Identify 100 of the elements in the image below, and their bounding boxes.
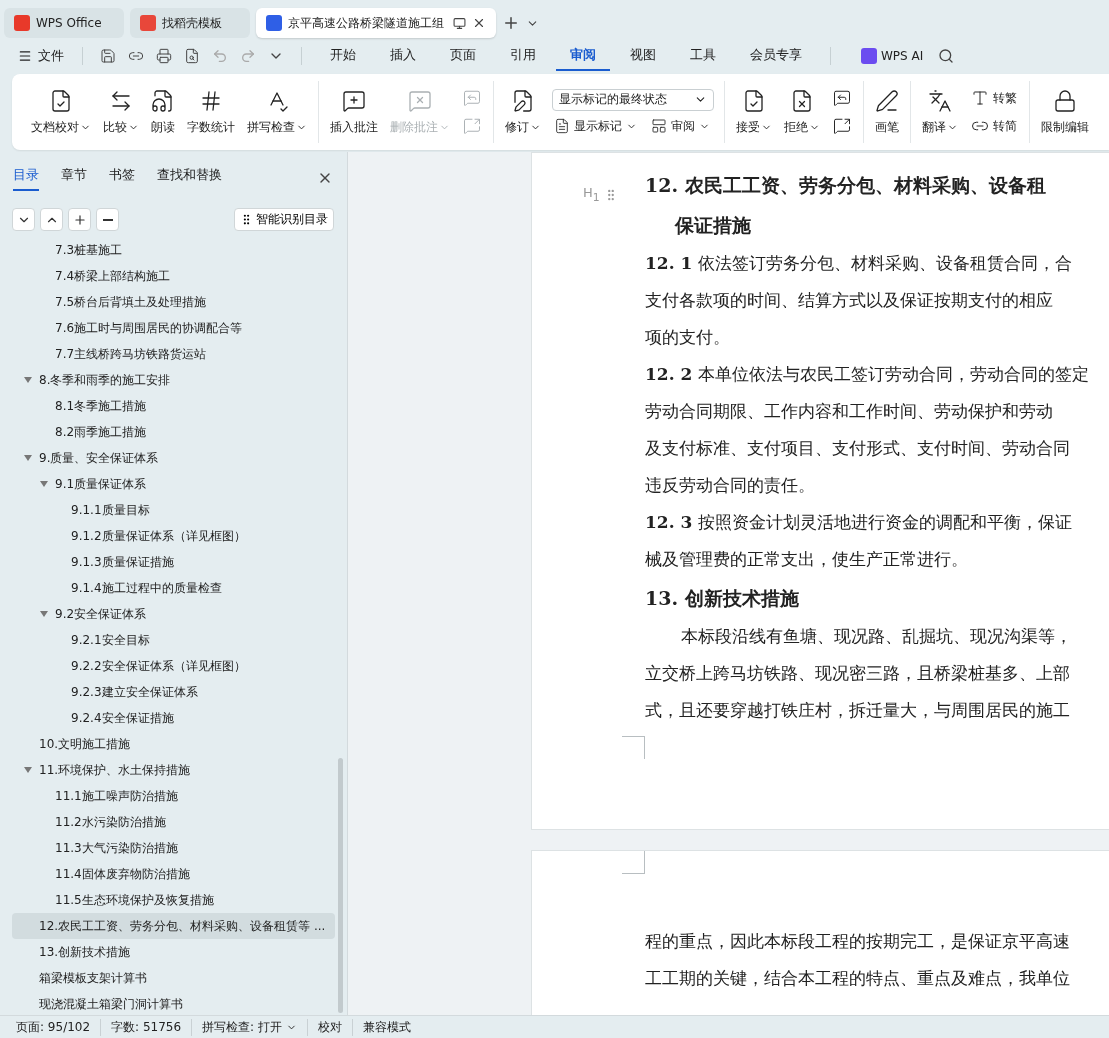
- outline-item[interactable]: 7.3桩基施工: [12, 237, 335, 263]
- remove-button[interactable]: [96, 208, 119, 231]
- expand-triangle-icon[interactable]: [40, 481, 48, 487]
- ribbon-tab[interactable]: 审阅: [556, 41, 610, 71]
- outline-item[interactable]: 7.6施工时与周围居民的协调配合等: [12, 315, 335, 341]
- ribbon-button[interactable]: 拼写检查: [242, 84, 312, 140]
- search-icon[interactable]: [938, 48, 955, 64]
- outline-item[interactable]: 7.4桥梁上部结构施工: [12, 263, 335, 289]
- ribbon-small-button[interactable]: 转简: [969, 116, 1019, 136]
- sidebar-tab[interactable]: 查找和替换: [157, 165, 222, 191]
- ribbon-tab[interactable]: 插入: [376, 41, 430, 71]
- expand-triangle-icon[interactable]: [24, 767, 32, 773]
- outline-item[interactable]: 12.农民工工资、劳务分包、材料采购、设备租赁等 ...: [12, 913, 335, 939]
- outline-item[interactable]: 9.2安全保证体系: [12, 601, 335, 627]
- outline-item[interactable]: 13.创新技术措施: [12, 939, 335, 965]
- smart-toc-button[interactable]: 智能识别目录: [234, 208, 334, 231]
- status-item[interactable]: 兼容模式: [352, 1018, 421, 1036]
- toolbar-icon[interactable]: [184, 48, 200, 64]
- ribbon-button[interactable]: 字数统计: [182, 84, 240, 140]
- ribbon-small-button[interactable]: [831, 88, 853, 108]
- close-icon[interactable]: [472, 16, 486, 30]
- status-item[interactable]: 页面: 95/102: [16, 1018, 102, 1036]
- heading-text: 保证措施: [673, 213, 752, 238]
- scrollbar[interactable]: [338, 758, 343, 1013]
- outline-item[interactable]: 8.2雨季施工措施: [12, 419, 335, 445]
- outline-item[interactable]: 9.2.4安全保证措施: [12, 705, 335, 731]
- status-item[interactable]: 校对: [307, 1018, 353, 1036]
- crop-mark: [622, 736, 645, 759]
- add-button[interactable]: [68, 208, 91, 231]
- outline-item[interactable]: 现浇混凝土箱梁门洞计算书: [12, 991, 335, 1015]
- outline-item[interactable]: 9.1.3质量保证措施: [12, 549, 335, 575]
- ribbon-small-button[interactable]: [831, 116, 853, 136]
- ribbon-tab[interactable]: 视图: [616, 41, 670, 71]
- ribbon-icon: [342, 88, 366, 113]
- outline-item[interactable]: 9.2.3建立安全保证体系: [12, 679, 335, 705]
- ribbon-tab[interactable]: 页面: [436, 41, 490, 71]
- outline-item[interactable]: 7.7主线桥跨马坊铁路货运站: [12, 341, 335, 367]
- outline-item[interactable]: 11.1施工噪声防治措施: [12, 783, 335, 809]
- expand-button[interactable]: [40, 208, 63, 231]
- outline-item[interactable]: 11.环境保护、水土保持措施: [12, 757, 335, 783]
- paragraph-line: 违反劳动合同的责任。: [645, 474, 816, 497]
- minus-icon: [102, 218, 113, 221]
- ribbon-tab[interactable]: 开始: [316, 41, 370, 71]
- paragraph-line: 12. 1 依法签订劳务分包、材料采购、设备租赁合同，合: [645, 252, 1073, 275]
- paragraph-line: 械及管理费的正常支出，使生产正常进行。: [645, 548, 969, 571]
- ribbon-button[interactable]: 朗读: [146, 84, 180, 140]
- outline-item[interactable]: 11.4固体废弃物防治措施: [12, 861, 335, 887]
- ribbon-button[interactable]: 画笔: [870, 84, 904, 140]
- outline-item[interactable]: 9.1.1质量目标: [12, 497, 335, 523]
- app-logo-icon: [14, 15, 30, 31]
- expand-triangle-icon[interactable]: [24, 455, 32, 461]
- outline-item[interactable]: 8.冬季和雨季的施工安排: [12, 367, 335, 393]
- status-item[interactable]: 字数: 51756: [101, 1018, 193, 1036]
- outline-item[interactable]: 9.1.2质量保证体系（详见框图）: [12, 523, 335, 549]
- ribbon-tab[interactable]: 会员专享: [736, 41, 816, 71]
- browser-tab[interactable]: 找稻壳模板: [130, 8, 250, 38]
- ribbon-tab[interactable]: 引用: [496, 41, 550, 71]
- expand-triangle-icon[interactable]: [24, 377, 32, 383]
- status-item[interactable]: 拼写检查: 打开: [192, 1018, 308, 1036]
- outline-item[interactable]: 11.2水污染防治措施: [12, 809, 335, 835]
- paragraph-line: 项的支付。: [645, 326, 731, 349]
- ribbon-button[interactable]: 拒绝: [779, 84, 825, 140]
- file-menu[interactable]: 文件: [14, 45, 68, 67]
- toolbar-icon[interactable]: [100, 48, 116, 64]
- outline-item[interactable]: 11.5生态环境保护及恢复措施: [12, 887, 335, 913]
- outline-item[interactable]: 11.3大气污染防治措施: [12, 835, 335, 861]
- ribbon-tab[interactable]: 工具: [676, 41, 730, 71]
- outline-item[interactable]: 9.2.1安全目标: [12, 627, 335, 653]
- paragraph-line: 工工期的关键，结合本工程的特点、重点及难点，我单位: [645, 967, 1071, 990]
- ribbon-button[interactable]: 修订: [500, 84, 546, 140]
- collapse-button[interactable]: [12, 208, 35, 231]
- outline-item[interactable]: 10.文明施工措施: [12, 731, 335, 757]
- monitor-icon[interactable]: [453, 16, 466, 30]
- outline-item[interactable]: 箱梁模板支架计算书: [12, 965, 335, 991]
- ribbon-button[interactable]: 文档校对: [26, 84, 96, 140]
- ai-button[interactable]: WPS AI: [855, 47, 930, 65]
- outline-item[interactable]: 9.质量、安全保证体系: [12, 445, 335, 471]
- sidebar-tab[interactable]: 章节: [61, 165, 87, 191]
- ribbon-small-button[interactable]: 转繁: [969, 88, 1019, 108]
- markup-select[interactable]: 显示标记的最终状态: [552, 88, 714, 111]
- ribbon-small-button[interactable]: 显示标记: [552, 116, 639, 136]
- toolbar-icon[interactable]: [156, 48, 172, 64]
- ribbon-small-button[interactable]: 审阅: [649, 116, 712, 136]
- ribbon-button[interactable]: 插入批注: [325, 84, 383, 140]
- outline-item[interactable]: 9.2.2安全保证体系（详见框图）: [12, 653, 335, 679]
- expand-triangle-icon[interactable]: [40, 611, 48, 617]
- outline-item[interactable]: 7.5桥台后背填土及处理措施: [12, 289, 335, 315]
- outline-item[interactable]: 8.1冬季施工措施: [12, 393, 335, 419]
- ribbon-button[interactable]: 比较: [98, 84, 144, 140]
- browser-tab[interactable]: 京平高速公路桥梁隧道施工组: [256, 8, 496, 38]
- ribbon-button[interactable]: 翻译: [917, 84, 963, 140]
- ribbon-button[interactable]: 接受: [731, 84, 777, 140]
- sidebar-tab[interactable]: 目录: [13, 165, 39, 191]
- sidebar-tab[interactable]: 书签: [109, 165, 135, 191]
- ribbon-button[interactable]: 限制编辑: [1036, 84, 1094, 140]
- browser-tab[interactable]: WPS Office: [4, 8, 124, 38]
- outline-item[interactable]: 9.1.4施工过程中的质量检查: [12, 575, 335, 601]
- heading-text: 13. 创新技术措施: [645, 586, 800, 611]
- new-tab-icon[interactable]: [502, 14, 520, 32]
- outline-item[interactable]: 9.1质量保证体系: [12, 471, 335, 497]
